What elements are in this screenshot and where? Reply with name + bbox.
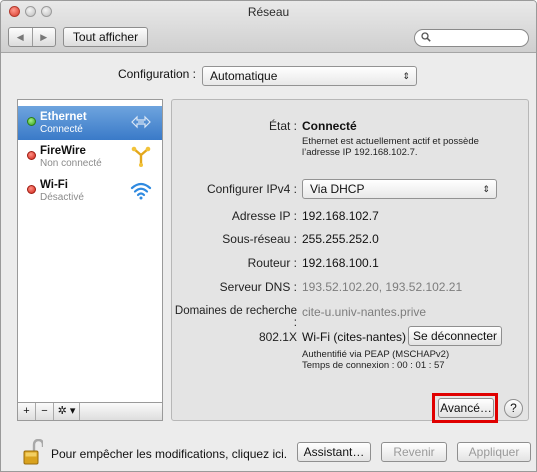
disconnect-button[interactable]: Se déconnecter	[408, 326, 502, 346]
apply-button[interactable]: Appliquer	[457, 442, 531, 462]
auth-8021x-value: Wi-Fi (cites-nantes)	[302, 330, 407, 344]
router-value: 192.168.100.1	[302, 256, 379, 270]
network-preferences-window: Réseau ◀ ▶ Tout afficher Configuration :…	[0, 0, 537, 472]
service-name: Wi-Fi	[40, 179, 68, 191]
service-name: Ethernet	[40, 111, 87, 123]
advanced-button[interactable]: Avancé…	[438, 398, 494, 418]
configure-ipv4-value: Via DHCP	[310, 182, 365, 196]
title-bar: Réseau ◀ ▶ Tout afficher	[1, 1, 536, 53]
subnet-value: 255.255.252.0	[302, 232, 379, 246]
dns-label: Serveur DNS :	[219, 280, 297, 294]
dns-value: 193.52.102.20, 193.52.102.21	[302, 280, 463, 294]
auth-info-line1: Authentifié via PEAP (MSCHAPv2)	[302, 349, 450, 360]
subnet-label: Sous-réseau :	[222, 232, 297, 246]
status-dot-icon	[27, 185, 36, 194]
service-actions-menu[interactable]: ✲ ▾	[54, 403, 80, 420]
forward-button[interactable]: ▶	[31, 28, 56, 46]
status-dot-icon	[27, 117, 36, 126]
auth-8021x-label: 802.1X	[258, 330, 297, 344]
wifi-icon	[130, 182, 152, 200]
service-firewire[interactable]: FireWire Non connecté	[18, 140, 162, 174]
back-forward-control: ◀ ▶	[8, 27, 56, 47]
service-ethernet[interactable]: Ethernet Connecté	[18, 106, 162, 140]
service-status: Connecté	[40, 124, 83, 135]
select-arrows-icon: ⇕	[402, 71, 410, 81]
ethernet-arrows-icon	[131, 115, 151, 129]
ip-address-value: 192.168.102.7	[302, 209, 379, 223]
lock-message: Pour empêcher les modifications, cliquez…	[51, 447, 288, 461]
service-name: FireWire	[40, 145, 86, 157]
service-status: Désactivé	[40, 192, 84, 203]
configuration-value: Automatique	[210, 69, 278, 83]
state-value: Connecté	[302, 119, 357, 133]
router-label: Routeur :	[247, 256, 297, 270]
auth-info-line2: Temps de connexion : 00 : 01 : 57	[302, 360, 445, 371]
remove-service-button[interactable]: −	[36, 403, 54, 420]
search-domains-value: cite-u.univ-nantes.prive	[302, 305, 427, 319]
state-description-line1: Ethernet est actuellement actif et possè…	[302, 136, 479, 147]
ip-address-label: Adresse IP :	[231, 209, 297, 223]
show-all-button[interactable]: Tout afficher	[63, 27, 148, 47]
select-arrows-icon: ⇕	[482, 184, 490, 194]
service-list: Ethernet Connecté FireWire Non connecté …	[17, 99, 163, 403]
add-service-button[interactable]: +	[18, 403, 36, 420]
state-description-line2: l’adresse IP 192.168.102.7.	[302, 147, 418, 158]
configuration-select[interactable]: Automatique ⇕	[202, 66, 417, 86]
search-field[interactable]	[414, 29, 529, 47]
configuration-label: Configuration :	[117, 67, 196, 81]
search-icon	[421, 32, 431, 42]
help-button[interactable]: ?	[504, 399, 523, 418]
revert-button[interactable]: Revenir	[381, 442, 447, 462]
configure-ipv4-select[interactable]: Via DHCP ⇕	[302, 179, 497, 199]
assistant-button[interactable]: Assistant…	[297, 442, 371, 462]
service-wifi[interactable]: Wi-Fi Désactivé	[18, 174, 162, 208]
state-label: État :	[268, 119, 297, 133]
service-status: Non connecté	[40, 158, 102, 169]
configure-ipv4-label: Configurer IPv4 :	[206, 182, 297, 196]
firewire-icon	[131, 146, 151, 167]
service-list-toolbar: + − ✲ ▾	[17, 403, 163, 421]
window-title: Réseau	[247, 5, 290, 19]
lock-icon[interactable]	[23, 439, 43, 465]
status-dot-icon	[27, 151, 36, 160]
search-domains-label: Domaines de recherche :	[174, 305, 297, 329]
back-button[interactable]: ◀	[9, 28, 32, 46]
